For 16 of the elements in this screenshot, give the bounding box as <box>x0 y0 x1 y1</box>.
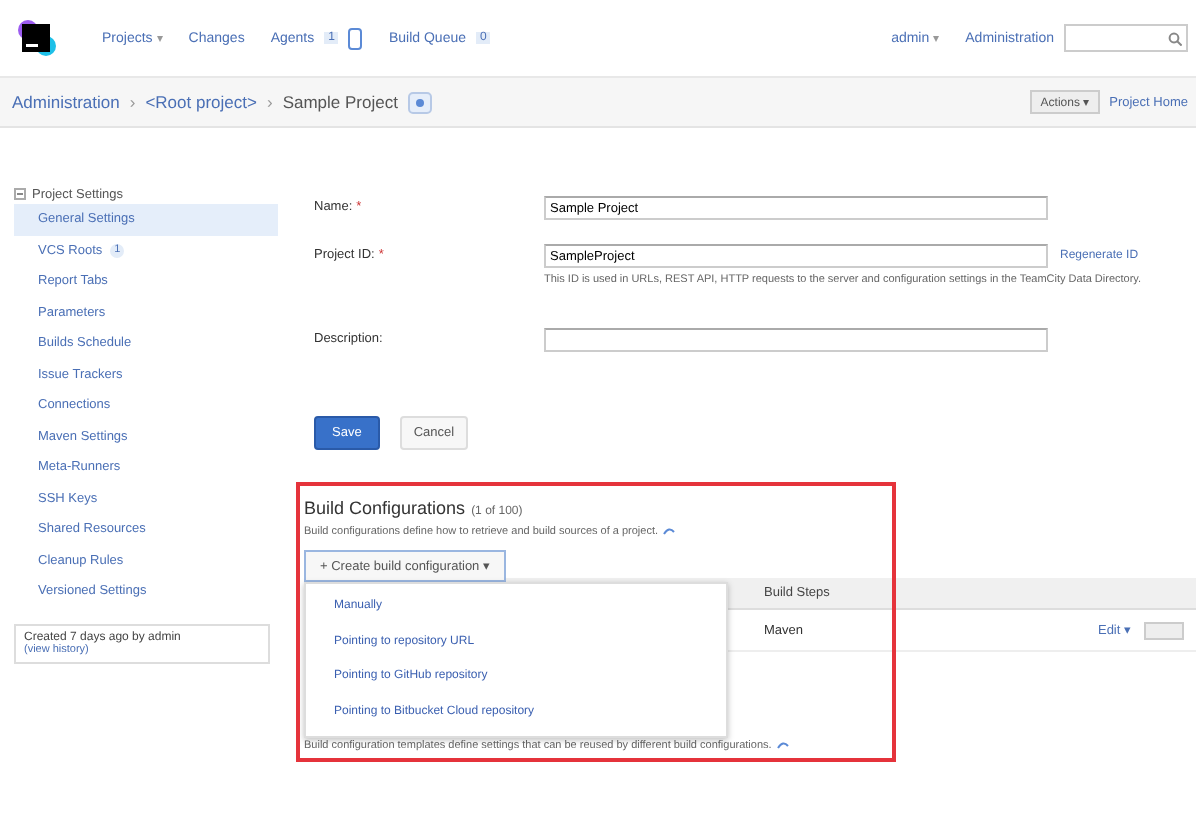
help-icon <box>662 526 677 538</box>
input-field[interactable] <box>544 328 1048 352</box>
chevron-icon: › <box>129 92 136 112</box>
breadcrumb-current: Sample Project <box>282 92 398 112</box>
settings-icon <box>407 91 432 113</box>
breadcrumb-link[interactable]: <Root project> <box>145 92 257 112</box>
search-field[interactable] <box>1064 24 1188 52</box>
logo-icon <box>16 18 56 58</box>
breadcrumb-link[interactable]: Administration <box>12 92 120 112</box>
more-button[interactable] <box>1144 621 1184 639</box>
agent-icon <box>348 27 363 49</box>
help-icon <box>775 740 790 752</box>
section-title: Build Configurations <box>304 498 466 518</box>
chevron-icon: › <box>266 92 273 112</box>
collapse-icon <box>14 188 26 200</box>
search-icon <box>1168 31 1182 45</box>
